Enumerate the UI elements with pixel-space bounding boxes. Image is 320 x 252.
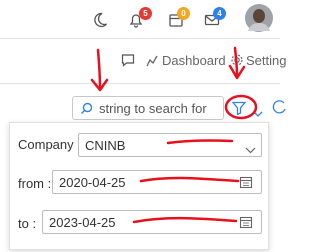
- annotation-overlay: [90, 46, 258, 224]
- annotation-arrow: [233, 46, 239, 78]
- annotation-circle: [224, 94, 258, 120]
- annotation-underline: [139, 176, 240, 183]
- annotation-arrow: [96, 48, 102, 90]
- annotation-underline: [132, 216, 238, 224]
- annotation-underline: [166, 139, 234, 145]
